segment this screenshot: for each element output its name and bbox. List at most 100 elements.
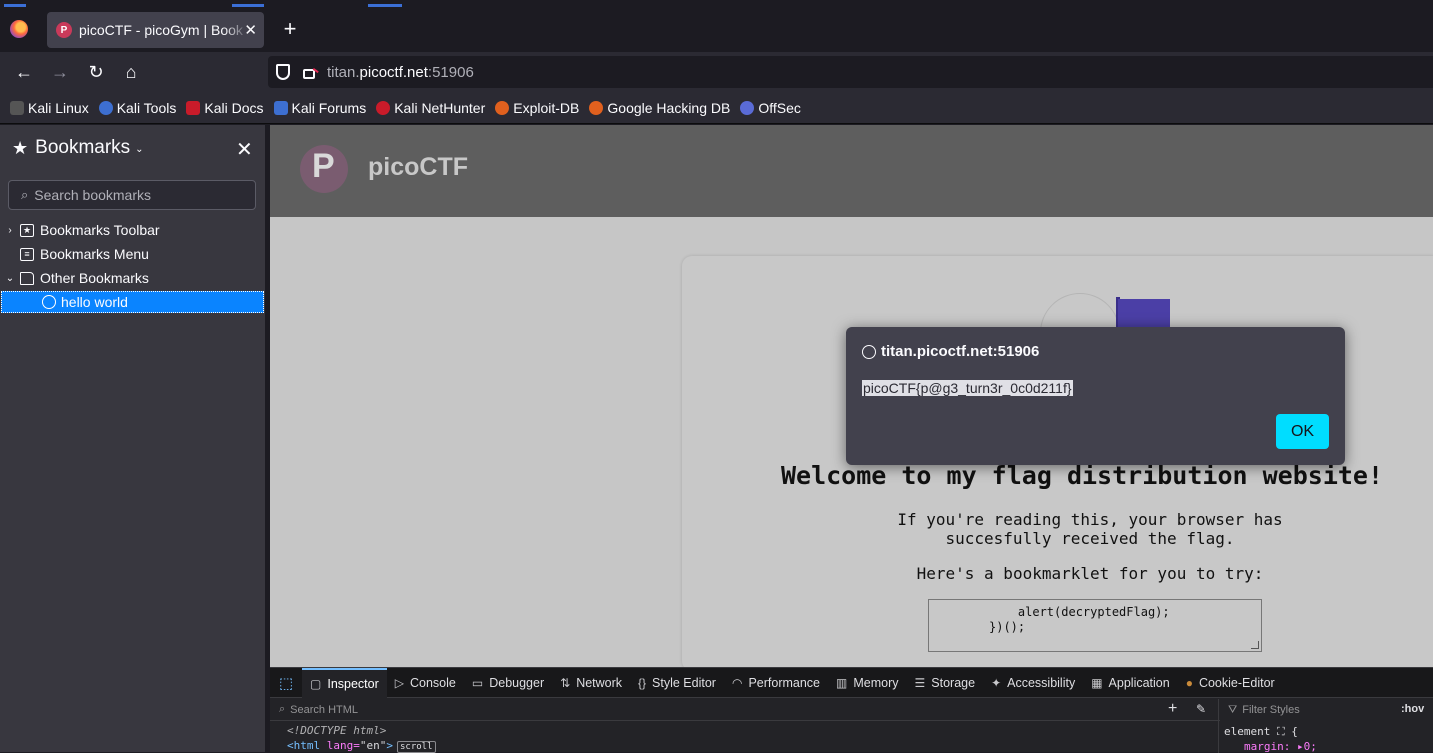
bookmark-google-hacking-db[interactable]: Google Hacking DB [589,100,730,116]
close-sidebar-icon[interactable]: ✕ [236,137,253,162]
exploit-db-icon [495,100,510,115]
picoctf-logo-icon[interactable] [300,145,348,193]
insecure-lock-icon[interactable] [303,69,315,79]
tab-title: picoCTF - picoGym | Book [79,22,243,38]
bookmarks-menu-icon: ≡ [20,247,34,261]
back-button[interactable]: ← [14,62,34,82]
tab-label: Memory [853,675,899,690]
tree-item-hello-world[interactable]: hello world [1,291,264,313]
add-node-button[interactable]: + [1168,700,1177,718]
tab-label: Network [576,675,623,690]
top-strip [0,0,1433,8]
bookmarks-search-input[interactable] [34,187,235,203]
tab-console[interactable]: ▷ Console [387,668,464,698]
tab-accessibility[interactable]: ✦ Accessibility [983,668,1083,698]
bookmarks-sidebar: ★ Bookmarks ⌄ ✕ ⌕ › ★ Bookmarks Toolbar … [0,125,265,752]
bookmarks-toolbar: Kali Linux Kali Tools Kali Docs Kali For… [0,92,1433,124]
storage-icon: ☰ [914,675,926,690]
bookmarklet-textarea[interactable]: alert(decryptedFlag); })(); [928,599,1262,652]
tab-performance[interactable]: ◠ Performance [724,668,828,698]
dialog-message[interactable]: picoCTF{p@g3_turn3r_0c0d211f} [862,380,1073,396]
tree-item-label: Bookmarks Toolbar [40,222,160,238]
kali-nethunter-icon [376,100,391,115]
bookmark-kali-linux[interactable]: Kali Linux [10,100,89,116]
bookmarklet-code: alert(decryptedFlag); })(); [989,605,1170,634]
reload-button[interactable]: ↻ [86,62,106,82]
new-tab-button[interactable]: + [281,18,299,40]
tab-memory[interactable]: ▥ Memory [828,668,907,698]
globe-icon [862,344,876,359]
home-button[interactable]: ⌂ [121,62,141,82]
bookmark-kali-docs[interactable]: Kali Docs [186,100,264,116]
devtools-panel: ⬚ ▢ Inspector ▷ Console ▭ Debugger ⇅ Network… [270,667,1433,753]
kali-dragon-icon [10,100,24,115]
sidebar-switcher[interactable]: ★ Bookmarks ⌄ [12,137,144,159]
filter-styles[interactable]: ⛛ Filter Styles [1228,699,1300,721]
kali-docs-icon [186,100,201,115]
chevron-right-icon[interactable]: › [0,225,20,236]
tab-inspector[interactable]: ▢ Inspector [302,667,387,698]
chevron-down-icon[interactable]: ⌄ [0,273,20,284]
style-editor-icon: {} [638,675,647,690]
tab-label: Application [1108,675,1170,690]
bookmarks-search[interactable]: ⌕ [8,180,256,210]
search-icon: ⌕ [279,703,286,715]
forward-button[interactable]: → [50,62,70,82]
intro-line: If you're reading this, your browser has [897,510,1283,529]
tab-application[interactable]: ▦ Application [1083,668,1178,698]
workspace-indicator [4,4,26,7]
element-picker-icon[interactable]: ⬚ [270,668,302,698]
tab-label: Cookie-Editor [1198,675,1275,690]
tab-storage[interactable]: ☰ Storage [907,668,984,698]
site-name[interactable]: picoCTF [368,153,468,182]
eyedropper-icon[interactable]: ✎ [1196,702,1206,716]
bookmark-offsec[interactable]: OffSec [740,100,801,116]
tracking-protection-shield-icon[interactable] [276,64,290,80]
search-icon: ⌕ [21,187,29,202]
tab-label: Performance [748,675,821,690]
dialog-header: titan.picoctf.net:51906 [862,343,1039,360]
workspace-indicator [368,4,402,7]
tab-label: Style Editor [652,675,716,690]
tab-picoctf[interactable]: P picoCTF - picoGym | Book ✕ [47,12,264,48]
memory-icon: ▥ [836,675,848,690]
firefox-view-icon[interactable] [10,20,28,38]
search-html-placeholder: Search HTML [290,703,359,716]
rule-property[interactable]: margin: ▸0; [1244,740,1317,753]
markup-doctype[interactable]: <!DOCTYPE html> [287,724,386,737]
resize-grip-icon[interactable] [1251,641,1259,649]
inspector-icon: ▢ [310,676,322,691]
url-text[interactable]: titan.picoctf.net:51906 [327,64,474,81]
tab-style-editor[interactable]: {} Style Editor [630,668,724,698]
intro-paragraph: If you're reading this, your browser has… [860,510,1320,548]
tab-cookie-editor[interactable]: ● Cookie-Editor [1178,668,1283,698]
scroll-badge[interactable]: scroll [397,741,436,753]
application-icon: ▦ [1091,675,1103,690]
globe-icon [42,295,56,309]
markup-html-node[interactable]: <html lang="en"> scroll [287,739,436,753]
address-bar[interactable]: titan.picoctf.net:51906 [268,56,1433,88]
tab-label: Debugger [489,675,545,690]
performance-icon: ◠ [731,675,743,690]
tree-item-other-bookmarks[interactable]: ⌄ Other Bookmarks [0,267,265,289]
bookmark-kali-forums[interactable]: Kali Forums [273,100,366,116]
bookmark-kali-tools[interactable]: Kali Tools [98,100,176,116]
ok-button[interactable]: OK [1276,414,1329,449]
tree-item-label: hello world [61,294,128,310]
tab-network[interactable]: ⇅ Network [552,668,630,698]
folder-icon [20,271,34,285]
offsec-icon [740,100,755,115]
close-tab-icon[interactable]: ✕ [244,21,257,39]
tab-debugger[interactable]: ▭ Debugger [464,668,552,698]
attr-value: "en" [359,739,387,752]
devtools-divider[interactable] [1218,699,1219,753]
tree-item-bookmarks-menu[interactable]: ≡ Bookmarks Menu [0,243,265,265]
search-html[interactable]: ⌕ Search HTML [270,699,1220,721]
tab-label: Console [410,675,456,690]
bookmark-exploit-db[interactable]: Exploit-DB [495,100,579,116]
tree-item-bookmarks-toolbar[interactable]: › ★ Bookmarks Toolbar [0,219,265,241]
hov-toggle[interactable]: :hov [1401,703,1424,715]
sidebar-title: Bookmarks [35,137,131,158]
cookie-icon: ● [1185,675,1193,690]
bookmark-kali-nethunter[interactable]: Kali NetHunter [376,100,485,116]
